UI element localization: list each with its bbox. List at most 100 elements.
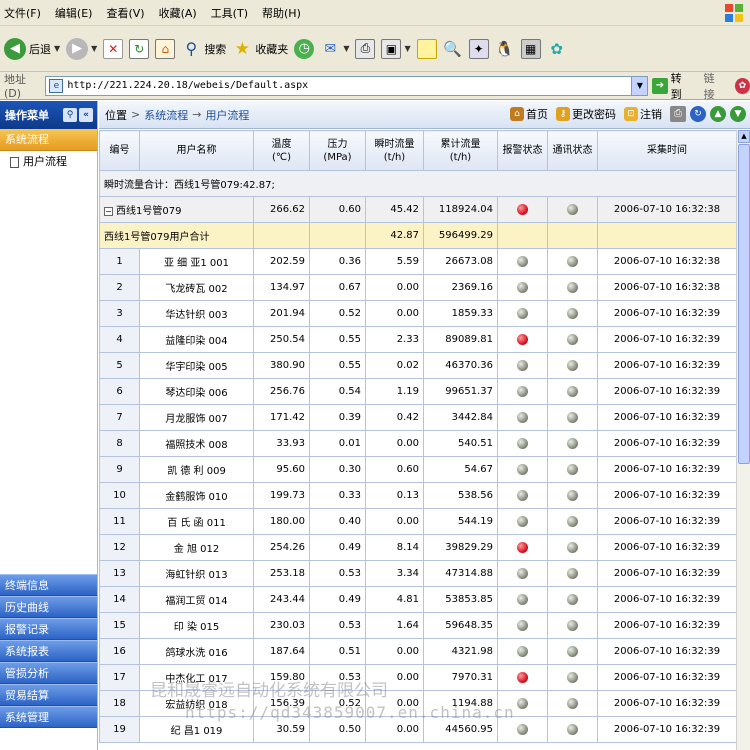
mail-button[interactable]: ✉ ▼: [320, 39, 349, 59]
chevron-down-icon[interactable]: ▼: [404, 44, 410, 53]
chevron-down-icon[interactable]: ▼: [631, 76, 648, 95]
collapse-icon[interactable]: «: [79, 108, 93, 122]
subtotal-comm-empty: [547, 222, 598, 249]
back-button[interactable]: ◀ 后退 ▼: [4, 37, 60, 60]
table-row[interactable]: 9凯 德 利 009 95.60 0.30 0.60 54.67 2006-07-10 1…: [99, 456, 736, 483]
go-arrow-icon[interactable]: ➔: [652, 77, 668, 94]
table-row[interactable]: 14 福润工贸 014 243.44 0.49 4.81 53853.85 2006-07-…: [99, 586, 736, 613]
print-button[interactable]: ⎙: [355, 38, 376, 59]
row-pressure: 0.49: [309, 586, 366, 613]
note-button[interactable]: [416, 38, 437, 59]
comm-status-icon: [567, 723, 578, 735]
search-icon[interactable]: ⚲: [63, 108, 77, 122]
forward-button[interactable]: ▶ ▼: [66, 37, 97, 60]
breadcrumb-system-flow[interactable]: 系统流程: [144, 107, 188, 123]
address-url[interactable]: http://221.224.20.18/webeis/Default.aspx: [67, 80, 308, 91]
table-row[interactable]: 1亚 细 亚1 001 202.59 0.36 5.59 26673.08 2006-07…: [99, 248, 736, 275]
table-row[interactable]: 4 益隆印染 004 250.54 0.55 2.33 89089.81 2006-07-1…: [99, 326, 736, 353]
menu-tools[interactable]: 工具(T): [211, 5, 248, 21]
row-time: 2006-07-10 16:32:39: [597, 326, 736, 353]
logout-link[interactable]: ⊡ 注销: [624, 106, 662, 122]
col-header-no[interactable]: 编号: [99, 130, 140, 171]
sidebar-item-loss-analysis[interactable]: 管损分析: [0, 662, 97, 684]
table-row[interactable]: 6 琴达印染 006 256.76 0.54 1.19 99651.37 2006-07-1…: [99, 378, 736, 405]
extension-icon[interactable]: ✿: [734, 77, 750, 94]
scrollbar-thumb[interactable]: [738, 144, 750, 464]
chevron-down-icon[interactable]: ▼: [91, 44, 97, 53]
col-header-alarm[interactable]: 报警状态: [497, 130, 548, 171]
calc-button[interactable]: ▦: [520, 38, 541, 59]
table-row[interactable]: 12 金 旭 012 254.26 0.49 8.14 39829.29 2006-07-1…: [99, 534, 736, 561]
table-row[interactable]: 18 宏益纺织 018 156.39 0.52 0.00 1194.88 2006-07-1…: [99, 690, 736, 717]
sidebar-item-system-admin[interactable]: 系统管理: [0, 706, 97, 728]
collapse-icon[interactable]: −: [104, 207, 113, 216]
messenger-button[interactable]: ✦: [468, 38, 489, 59]
row-total: 1859.33: [423, 300, 498, 327]
table-row[interactable]: 16 鸽球水洗 016 187.64 0.51 0.00 4321.98 2006-07-1…: [99, 638, 736, 665]
table-row[interactable]: 19 纪 昌1 019 30.59 0.50 0.00 44560.95 2006-07-1…: [99, 716, 736, 743]
menu-view[interactable]: 查看(V): [106, 5, 144, 21]
vertical-scrollbar[interactable]: ▲: [736, 130, 750, 750]
scroll-up-icon[interactable]: ▲: [710, 106, 726, 122]
scroll-up-arrow-icon[interactable]: ▲: [738, 130, 750, 143]
flow-summary-row: 瞬时流量合计：西线1号管079:42.87;: [99, 170, 736, 197]
home-link[interactable]: ⌂ 首页: [510, 106, 548, 122]
change-password-link[interactable]: ⚷ 更改密码: [556, 106, 616, 122]
row-no: 9: [99, 456, 140, 483]
table-row[interactable]: 8 福照技术 008 33.93 0.01 0.00 540.51 2006-07-10 1…: [99, 430, 736, 457]
search-button[interactable]: ⚲ 搜索: [181, 39, 226, 59]
scroll-down-icon[interactable]: ▼: [730, 106, 746, 122]
alarm-status-icon: [517, 567, 528, 579]
chevron-down-icon[interactable]: ▼: [54, 44, 60, 53]
print-icon[interactable]: ⎙: [670, 106, 686, 122]
row-no: 13: [99, 560, 140, 587]
go-button[interactable]: 转到: [671, 70, 692, 102]
refresh-icon[interactable]: ↻: [690, 106, 706, 122]
alarm-status-icon: [517, 333, 528, 345]
sidebar-item-system-report[interactable]: 系统报表: [0, 640, 97, 662]
chevron-down-icon[interactable]: ▼: [343, 44, 349, 53]
table-row[interactable]: 10 金鹤服饰 010 199.73 0.33 0.13 538.56 2006-07-10…: [99, 482, 736, 509]
research-button[interactable]: 🔍: [443, 39, 463, 59]
group-row[interactable]: − 西线1号管079 266.62 0.60 45.42 118924.04 20…: [99, 196, 736, 223]
row-temp: 256.76: [253, 378, 310, 405]
refresh-button[interactable]: ↻: [129, 38, 150, 59]
menu-favorites[interactable]: 收藏(A): [159, 5, 197, 21]
table-row[interactable]: 3 华达针织 003 201.94 0.52 0.00 1859.33 2006-07-10…: [99, 300, 736, 327]
col-header-name[interactable]: 用户名称: [139, 130, 254, 171]
sidebar-item-history-curve[interactable]: 历史曲线: [0, 596, 97, 618]
edit-button[interactable]: ▣ ▼: [381, 38, 411, 59]
group-name-cell[interactable]: − 西线1号管079: [99, 196, 254, 223]
col-header-comm[interactable]: 通讯状态: [547, 130, 598, 171]
favorites-button[interactable]: ★ 收藏夹: [232, 39, 289, 59]
sidebar-item-system-flow[interactable]: 系统流程: [0, 129, 97, 151]
menu-help[interactable]: 帮助(H): [262, 5, 301, 21]
col-header-instant[interactable]: 瞬时流量 (t/h): [365, 130, 424, 171]
menu-edit[interactable]: 编辑(E): [55, 5, 93, 21]
table-row[interactable]: 7 月龙服饰 007 171.42 0.39 0.42 3442.84 2006-07-10…: [99, 404, 736, 431]
sidebar-item-trade-settlement[interactable]: 贸易结算: [0, 684, 97, 706]
col-header-temp[interactable]: 温度 (℃): [253, 130, 310, 171]
plugin-button[interactable]: ✿: [547, 39, 567, 59]
table-row[interactable]: 11 百 氏 函 011 180.00 0.40 0.00 544.19 2006-07-1…: [99, 508, 736, 535]
table-row[interactable]: 17 中杰化工 017 159.80 0.53 0.00 7970.31 2006-07-1…: [99, 664, 736, 691]
col-header-total[interactable]: 累计流量 (t/h): [423, 130, 498, 171]
sidebar-item-alarm-records[interactable]: 报警记录: [0, 618, 97, 640]
links-button[interactable]: 链接: [704, 70, 725, 102]
history-button[interactable]: ◷: [294, 38, 315, 59]
qq-button[interactable]: 🐧: [495, 39, 515, 59]
menu-file[interactable]: 文件(F): [4, 5, 41, 21]
col-header-time[interactable]: 采集时间: [597, 130, 736, 171]
table-row[interactable]: 2 飞龙砖瓦 002 134.97 0.67 0.00 2369.16 2006-07-10…: [99, 274, 736, 301]
sidebar-item-user-flow[interactable]: 用户流程: [0, 151, 97, 173]
sidebar-item-terminal-info[interactable]: 终端信息: [0, 574, 97, 596]
table-row[interactable]: 13 海虹针织 013 253.18 0.53 3.34 47314.88 2006-07-…: [99, 560, 736, 587]
table-row[interactable]: 15 印 染 015 230.03 0.53 1.64 59648.35 2006-07-1…: [99, 612, 736, 639]
table-row[interactable]: 5 华宇印染 005 380.90 0.55 0.02 46370.36 2006-07-1…: [99, 352, 736, 379]
stop-button[interactable]: ✕: [103, 38, 124, 59]
col-header-pressure[interactable]: 压力 (MPa): [309, 130, 366, 171]
breadcrumb-user-flow[interactable]: 用户流程: [205, 107, 249, 123]
address-input[interactable]: e http://221.224.20.18/webeis/Default.as…: [45, 75, 649, 96]
home-button[interactable]: ⌂: [155, 38, 176, 59]
row-total: 39829.29: [423, 534, 498, 561]
